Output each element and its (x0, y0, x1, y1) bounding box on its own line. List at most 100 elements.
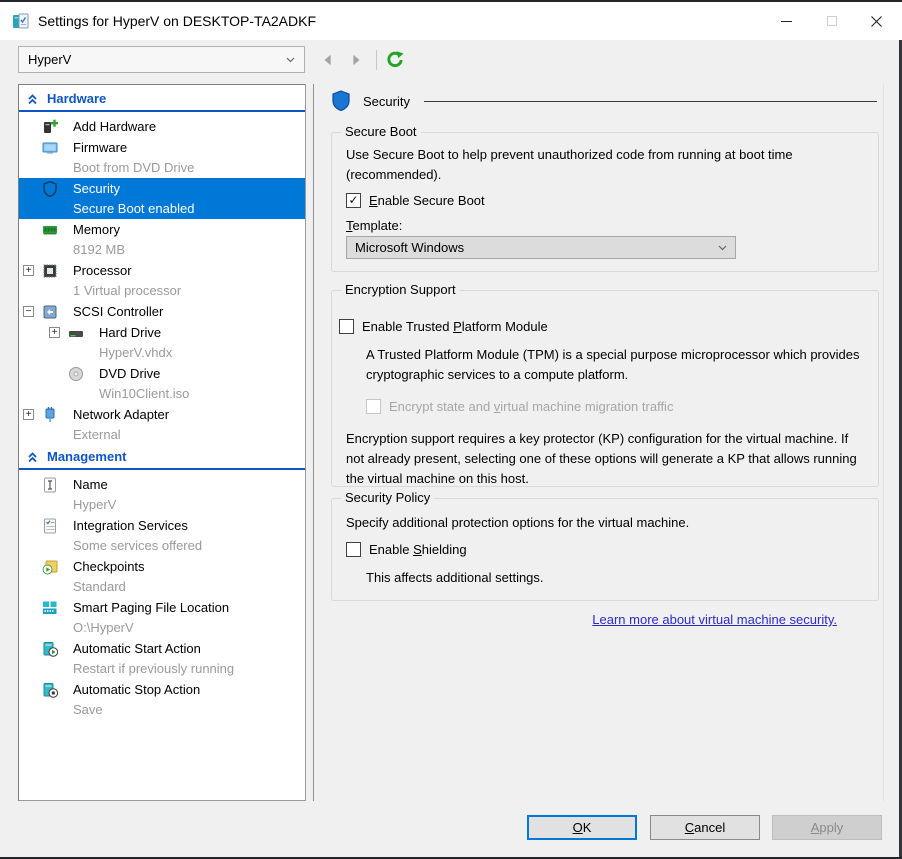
template-dropdown[interactable]: Microsoft Windows (346, 236, 736, 259)
checkbox-unchecked[interactable] (346, 541, 361, 557)
background-edge-top (0, 0, 902, 2)
sidebar-section-hardware[interactable]: Hardware (19, 89, 305, 109)
cancel-button[interactable]: Cancel (650, 815, 760, 840)
sidebar-item-firmware[interactable]: Firmware (19, 137, 305, 158)
collapse-chevrons-icon (28, 452, 37, 463)
vm-selector-value: HyperV (28, 52, 72, 67)
item-label: Automatic Stop Action (73, 682, 201, 697)
enable-tpm-checkbox-row[interactable]: Enable Trusted Platform Module (339, 317, 864, 335)
minimize-button[interactable] (764, 2, 809, 40)
item-subtitle: Secure Boot enabled (73, 201, 195, 216)
template-dropdown-value: Microsoft Windows (355, 240, 465, 255)
item-label: Firmware (73, 140, 128, 155)
name-icon (44, 477, 56, 493)
group-legend: Security Policy (341, 490, 435, 505)
item-subtitle: Some services offered (73, 538, 203, 553)
secure-boot-description: Use Secure Boot to help prevent unauthor… (346, 147, 793, 182)
encrypt-traffic-checkbox-row: Encrypt state and virtual machine migrat… (366, 397, 864, 415)
dvd-drive-icon (69, 367, 83, 381)
refresh-button[interactable] (384, 49, 406, 71)
expander-icon[interactable]: + (23, 265, 34, 276)
sidebar-item-automatic-stop-action[interactable]: Automatic Stop Action (19, 679, 305, 700)
header-rule (423, 100, 877, 102)
checkbox-checked[interactable]: ✓ (346, 192, 361, 208)
template-label: Template: (346, 218, 403, 233)
apply-button[interactable]: Apply (772, 815, 882, 840)
minimize-icon (781, 20, 792, 22)
navigation-tree: Hardware Add Hardware Firmware Boot from… (18, 84, 306, 801)
chevron-down-icon (718, 245, 727, 250)
item-label: Integration Services (73, 518, 188, 533)
sidebar-item-checkpoints[interactable]: Checkpoints (19, 556, 305, 577)
item-subtitle: Save (73, 702, 103, 717)
window-title: Settings for HyperV on DESKTOP-TA2ADKF (38, 13, 317, 29)
item-subtitle: Win10Client.iso (99, 386, 190, 401)
item-label: Automatic Start Action (73, 641, 201, 656)
sidebar-item-hard-drive[interactable]: + Hard Drive (19, 322, 305, 343)
secure-boot-group: Secure Boot Use Secure Boot to help prev… (331, 124, 879, 272)
enable-shielding-checkbox-row[interactable]: Enable Shielding (346, 540, 864, 558)
close-icon (871, 15, 882, 27)
scsi-controller-icon (43, 305, 57, 319)
sidebar-section-management[interactable]: Management (19, 447, 305, 467)
item-subtitle: External (73, 427, 121, 442)
item-subtitle: Restart if previously running (73, 661, 235, 676)
security-shield-icon (43, 181, 57, 198)
sidebar-item-scsi-controller[interactable]: − SCSI Controller (19, 301, 305, 322)
expander-icon[interactable]: + (49, 327, 60, 338)
checkbox-label: Enable Shielding (369, 541, 467, 557)
item-label: Checkpoints (73, 559, 145, 574)
section-label: Management (47, 449, 127, 464)
collapse-chevrons-icon (28, 94, 37, 105)
security-shield-icon (332, 90, 350, 112)
learn-more-link[interactable]: Learn more about virtual machine securit… (592, 612, 837, 627)
sidebar-item-automatic-start-action[interactable]: Automatic Start Action (19, 638, 305, 659)
checkbox-label: Enable Trusted Platform Module (362, 318, 548, 334)
sidebar-item-network-adapter[interactable]: + Network Adapter (19, 404, 305, 425)
enable-secure-boot-checkbox-row[interactable]: ✓ Enable Secure Boot (346, 191, 864, 209)
expander-icon[interactable]: − (23, 306, 34, 317)
network-adapter-icon (45, 407, 55, 422)
memory-icon (43, 226, 57, 235)
chevron-down-icon (286, 57, 295, 62)
vm-selector-dropdown[interactable]: HyperV (18, 46, 305, 73)
sidebar-item-memory[interactable]: Memory (19, 219, 305, 240)
section-label: Hardware (47, 91, 107, 106)
checkbox-label: Enable Secure Boot (369, 192, 485, 208)
panel-title: Security (363, 93, 410, 109)
sidebar-item-integration-services[interactable]: Integration Services (19, 515, 305, 536)
sidebar-item-security[interactable]: Security Secure Boot enabled (19, 178, 305, 219)
ok-button[interactable]: OK (527, 815, 637, 840)
learn-more-link-row: Learn more about virtual machine securit… (592, 612, 837, 627)
checkbox-unchecked[interactable] (339, 318, 354, 334)
sidebar-item-smart-paging-file-location[interactable]: Smart Paging File Location (19, 597, 305, 618)
expander-icon[interactable]: + (23, 409, 34, 420)
firmware-icon (42, 142, 58, 154)
navigate-forward-button[interactable] (346, 50, 366, 70)
panel-header: Security (331, 90, 877, 112)
sidebar-item-add-hardware[interactable]: Add Hardware (19, 116, 305, 137)
sidebar-item-name[interactable]: Name (19, 474, 305, 495)
checkbox-disabled (366, 398, 381, 414)
item-label: Processor (73, 263, 132, 278)
sidebar-item-dvd-drive[interactable]: DVD Drive (19, 363, 305, 384)
smart-paging-icon (43, 601, 57, 614)
title-bar: Settings for HyperV on DESKTOP-TA2ADKF (0, 2, 902, 40)
sidebar-item-processor[interactable]: + Processor (19, 260, 305, 281)
automatic-start-action-icon (43, 642, 59, 657)
item-label: Add Hardware (73, 119, 157, 134)
item-subtitle: 1 Virtual processor (73, 283, 182, 298)
hyperv-settings-app-icon (13, 13, 29, 29)
navigate-back-button[interactable] (318, 50, 338, 70)
forward-arrow-icon (353, 54, 360, 66)
item-label: SCSI Controller (73, 304, 164, 319)
section-divider (19, 110, 305, 112)
close-button[interactable] (854, 2, 899, 40)
group-legend: Secure Boot (341, 124, 421, 139)
item-label: Smart Paging File Location (73, 600, 230, 615)
encryption-support-group: Encryption Support Enable Trusted Platfo… (331, 282, 879, 487)
section-divider (19, 468, 305, 470)
item-label: Security (73, 181, 120, 196)
policy-description: Specify additional protection options fo… (346, 515, 690, 530)
automatic-stop-action-icon (43, 683, 59, 698)
